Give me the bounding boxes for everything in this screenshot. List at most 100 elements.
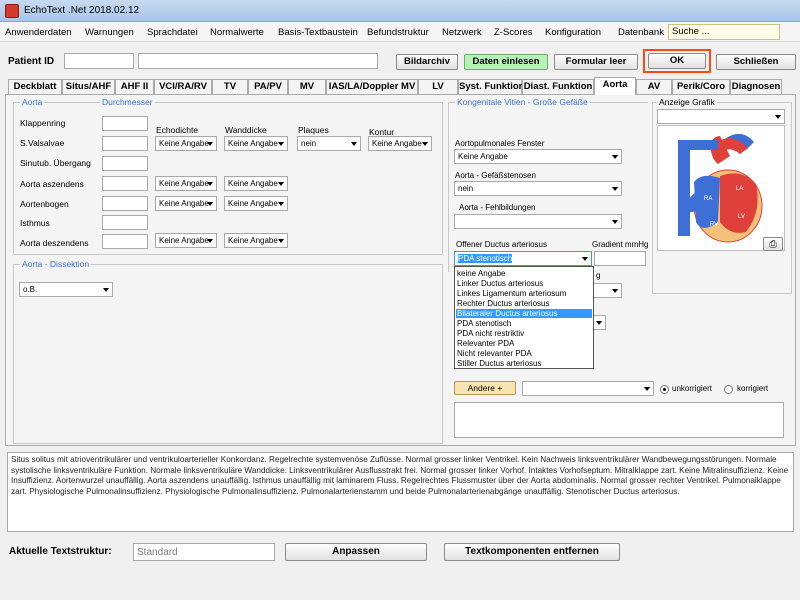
fehlbildungen-select[interactable] [454,214,622,229]
daten-einlesen-button[interactable]: Daten einlesen [464,54,548,70]
tab-syst-funktion[interactable]: Syst. Funktion [458,79,524,94]
menu-sprachdatei[interactable]: Sprachdatei [147,27,198,38]
tab-perik-coro[interactable]: Perik/Coro [672,79,730,94]
chevron-down-icon [207,239,213,243]
aorta-aszendens-echodichte-select[interactable]: Keine Angabe [155,176,217,191]
patient-id-field[interactable] [64,53,134,69]
isthmus-input[interactable] [102,215,148,230]
pda-option-highlighted[interactable]: Bilateraler Ductus arteriosus [456,309,592,318]
aorta-deszendens-input[interactable] [102,234,148,249]
chevron-down-icon [612,187,618,191]
ok-button[interactable]: OK [648,53,706,69]
pda-option[interactable]: Rechter Ductus arteriosus [457,299,549,308]
klappenring-input[interactable] [102,116,148,131]
korrigiert-label: korrigiert [737,384,769,393]
pda-option[interactable]: Linker Ductus arteriosus [457,279,543,288]
menu-netzwerk[interactable]: Netzwerk [442,27,482,38]
gradient-input[interactable] [594,251,646,266]
s-valsalvae-kontur-select[interactable]: Keine Angabe [368,136,432,151]
menu-konfiguration[interactable]: Konfiguration [545,27,601,38]
row-label-aorta-deszendens: Aorta deszendens [20,238,89,248]
andere-textarea[interactable] [454,402,784,438]
anpassen-button[interactable]: Anpassen [285,543,427,561]
dissektion-select[interactable]: o.B. [19,282,113,297]
chevron-down-icon [612,289,618,293]
aorta-aszendens-input[interactable] [102,176,148,191]
formular-leer-button[interactable]: Formular leer [554,54,638,70]
patient-id-label: Patient ID [8,56,55,67]
chevron-down-icon [612,155,618,159]
tab-deckblatt[interactable]: Deckblatt [8,79,62,94]
pda-option[interactable]: PDA nicht restriktiv [457,329,524,338]
tab-situs-ahf[interactable]: Situs/AHF [62,79,115,94]
row-label-isthmus: Isthmus [20,218,50,228]
patient-name-field[interactable] [138,53,378,69]
tab-diast-funktion[interactable]: Diast. Funktion [522,79,594,94]
row-label-aortenbogen: Aortenbogen [20,199,69,209]
aorta-group-title: Aorta [20,97,45,107]
partial-select-2[interactable] [592,315,606,330]
pda-select[interactable]: PDA stenotisch [454,251,592,266]
bildarchiv-button[interactable]: Bildarchiv [396,54,458,70]
tab-av[interactable]: AV [636,79,672,94]
aorta-deszendens-wanddicke-select[interactable]: Keine Angabe [224,233,288,248]
tab-tv[interactable]: TV [212,79,248,94]
menu-datenbank[interactable]: Datenbank [618,27,664,38]
apf-select[interactable]: Keine Angabe [454,149,622,164]
row-label-aorta-aszendens: Aorta aszendens [20,179,84,189]
menu-warnungen[interactable]: Warnungen [85,27,134,38]
menu-normalwerte[interactable]: Normalwerte [210,27,264,38]
schliessen-button[interactable]: Schließen [716,54,796,70]
korrigiert-radio[interactable] [724,385,733,394]
aortenbogen-wanddicke-select[interactable]: Keine Angabe [224,196,288,211]
s-valsalvae-input[interactable] [102,136,148,151]
pda-option[interactable]: PDA stenotisch [457,319,511,328]
pda-option[interactable]: keine Angabe [457,269,506,278]
sinutub-input[interactable] [102,156,148,171]
grafik-group-title: Anzeige Grafik [657,97,717,107]
s-valsalvae-echodichte-select[interactable]: Keine Angabe [155,136,217,151]
tab-ias-la-doppler-mv[interactable]: IAS/LA/Doppler MV [326,79,418,94]
apf-label: Aortopulmonales Fenster [455,139,545,148]
aorta-aszendens-wanddicke-select[interactable]: Keine Angabe [224,176,288,191]
menu-basis-textbaustein[interactable]: Basis-Textbaustein [278,27,358,38]
s-valsalvae-wanddicke-select[interactable]: Keine Angabe [224,136,288,151]
row-label-sinutub: Sinutub. Übergang [20,158,91,168]
pda-option[interactable]: Nicht relevanter PDA [457,349,532,358]
chevron-down-icon [278,239,284,243]
print-icon[interactable]: ⎙ [763,237,783,251]
col-echodichte: Echodichte [156,125,199,135]
andere-button[interactable]: Andere + [454,381,516,395]
col-wanddicke: Wanddicke [225,125,267,135]
andere-select[interactable] [522,381,654,396]
unkorrigiert-radio[interactable] [660,385,669,394]
tab-ahf-ii[interactable]: AHF II [115,79,154,94]
textstruktur-field[interactable]: Standard [133,543,275,561]
menu-z-scores[interactable]: Z-Scores [494,27,533,38]
tab-lv[interactable]: LV [418,79,458,94]
chevron-down-icon [644,387,650,391]
tab-diagnosen[interactable]: Diagnosen [730,79,782,94]
gefaessstenosen-select[interactable]: nein [454,181,622,196]
menu-befundstruktur[interactable]: Befundstruktur [367,27,429,38]
tab-mv[interactable]: MV [288,79,326,94]
tab-aorta[interactable]: Aorta [594,77,636,95]
grafik-select[interactable] [657,109,785,124]
tab-pa-pv[interactable]: PA/PV [248,79,288,94]
aortenbogen-echodichte-select[interactable]: Keine Angabe [155,196,217,211]
aorta-deszendens-echodichte-select[interactable]: Keine Angabe [155,233,217,248]
aortenbogen-input[interactable] [102,196,148,211]
tab-vci-ra-rv[interactable]: VCI/RA/RV [154,79,212,94]
menu-anwenderdaten[interactable]: Anwenderdaten [5,27,72,38]
s-valsalvae-plaques-select[interactable]: nein [297,136,361,151]
heart-icon: RA RV LA LV [678,133,763,243]
chevron-down-icon [207,202,213,206]
pda-option[interactable]: Linkes Ligamentum arteriosum [457,289,566,298]
report-textarea[interactable]: Situs solitus mit atrioventrikulärer und… [7,452,794,532]
dissektion-group-title: Aorta - Dissektion [20,259,92,269]
textkomponenten-entfernen-button[interactable]: Textkomponenten entfernen [444,543,620,561]
partial-select-1[interactable] [592,283,622,298]
pda-option[interactable]: Stiller Ductus arteriosus [457,359,541,368]
search-input[interactable]: Suche ... [668,24,780,40]
pda-option[interactable]: Relevanter PDA [457,339,514,348]
